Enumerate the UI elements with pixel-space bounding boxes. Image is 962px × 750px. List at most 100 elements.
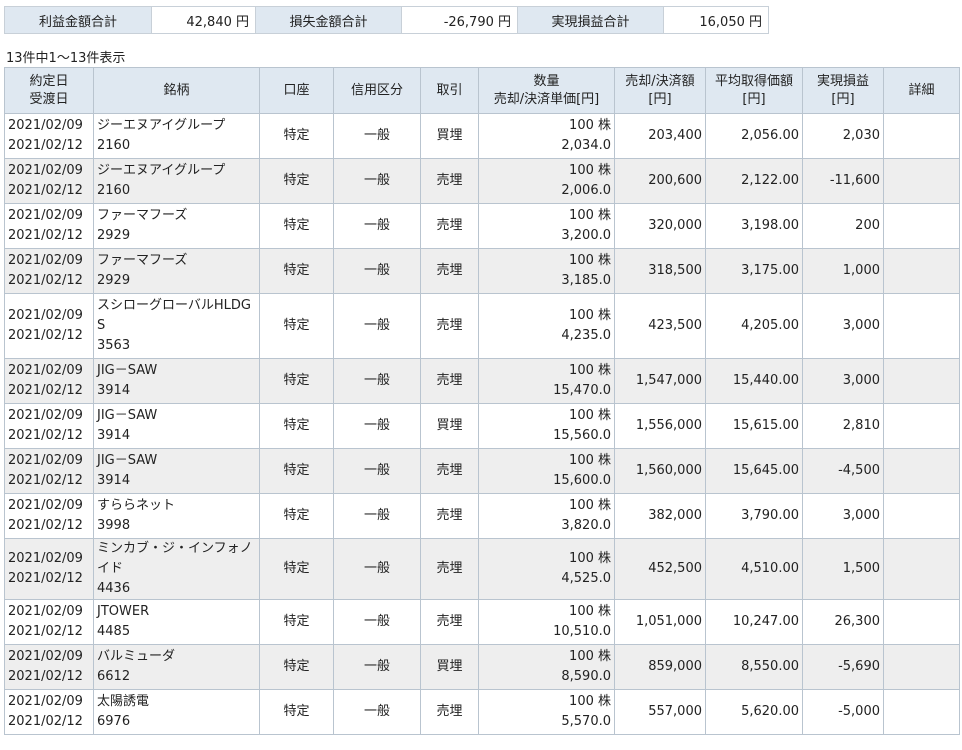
detail-cell xyxy=(883,644,960,690)
table-row: 2021/02/09 2021/02/12 バルミューダ 6612 特定 一般 買埋 100 … xyxy=(4,644,960,690)
realized-pl-cell: 2,810 xyxy=(802,403,884,449)
trade-cell: 売埋 xyxy=(420,689,479,735)
stock-code: 2160 xyxy=(97,138,131,153)
table-row: 2021/02/09 2021/02/12 ファーマフーズ 2929 特定 一般 売埋 100… xyxy=(4,203,960,249)
avg-cost-cell: 15,440.00 xyxy=(705,358,803,404)
stock-name: バルミューダ xyxy=(97,649,176,664)
unit-price: 10,510.0 xyxy=(553,624,611,639)
stock-name: ジーエヌアイグループ xyxy=(97,163,226,178)
avg-cost-cell: 10,247.00 xyxy=(705,599,803,645)
unit-price: 3,200.0 xyxy=(561,228,611,243)
quantity: 100 株 xyxy=(569,208,611,223)
amount-cell: 200,600 xyxy=(614,158,706,204)
trade-cell: 売埋 xyxy=(420,203,479,249)
result-count: 13件中1～13件表示 xyxy=(6,51,126,66)
quantity-cell: 100 株 8,590.0 xyxy=(478,644,615,690)
avg-cost-cell: 2,122.00 xyxy=(705,158,803,204)
trade-cell: 買埋 xyxy=(420,113,479,159)
quantity: 100 株 xyxy=(569,118,611,133)
table-row: 2021/02/09 2021/02/12 ファーマフーズ 2929 特定 一般 売埋 100… xyxy=(4,248,960,294)
unit-price: 15,600.0 xyxy=(553,473,611,488)
dates-cell: 2021/02/09 2021/02/12 xyxy=(4,248,94,294)
stock-code: 6612 xyxy=(97,669,131,684)
avg-cost-cell: 3,790.00 xyxy=(705,493,803,539)
detail-cell xyxy=(883,158,960,204)
table-header-row: 約定日 受渡日 銘柄 口座 信用区分 取引 数量 売却/決済単価[円] 売却/決済額… xyxy=(4,67,960,114)
trade-cell: 売埋 xyxy=(420,493,479,539)
trade-cell: 売埋 xyxy=(420,358,479,404)
quantity-cell: 100 株 5,570.0 xyxy=(478,689,615,735)
credit-cell: 一般 xyxy=(333,689,421,735)
realized-pl-cell: 3,000 xyxy=(802,293,884,359)
detail-cell xyxy=(883,248,960,294)
credit-cell: 一般 xyxy=(333,644,421,690)
stock-code: 3914 xyxy=(97,383,131,398)
unit-price: 15,470.0 xyxy=(553,383,611,398)
stock-name: JIG－SAW xyxy=(97,408,158,423)
avg-cost-cell: 3,198.00 xyxy=(705,203,803,249)
stock-cell: バルミューダ 6612 xyxy=(93,644,260,690)
profit-total-value: 42,840 円 xyxy=(151,6,256,34)
amount-cell: 557,000 xyxy=(614,689,706,735)
settle-date: 2021/02/12 xyxy=(8,428,83,443)
avg-cost-cell: 4,510.00 xyxy=(705,538,803,600)
stock-name: ジーエヌアイグループ xyxy=(97,118,226,133)
header-detail: 詳細 xyxy=(883,67,960,114)
stock-code: 2160 xyxy=(97,183,131,198)
header-avg-cost: 平均取得価額 [円] xyxy=(705,67,803,114)
header-trade: 取引 xyxy=(420,67,479,114)
header-quantity: 数量 売却/決済単価[円] xyxy=(478,67,615,114)
detail-cell xyxy=(883,448,960,494)
quantity-cell: 100 株 2,034.0 xyxy=(478,113,615,159)
account-cell: 特定 xyxy=(259,203,334,249)
account-cell: 特定 xyxy=(259,689,334,735)
credit-cell: 一般 xyxy=(333,599,421,645)
dates-cell: 2021/02/09 2021/02/12 xyxy=(4,293,94,359)
trade-date: 2021/02/09 xyxy=(8,208,83,223)
trade-date: 2021/02/09 xyxy=(8,408,83,423)
amount-cell: 318,500 xyxy=(614,248,706,294)
account-cell: 特定 xyxy=(259,493,334,539)
table-row: 2021/02/09 2021/02/12 太陽誘電 6976 特定 一般 売埋 100 株5… xyxy=(4,689,960,735)
settle-date: 2021/02/12 xyxy=(8,669,83,684)
quantity-cell: 100 株 3,185.0 xyxy=(478,248,615,294)
stock-cell: ファーマフーズ 2929 xyxy=(93,203,260,249)
quantity-cell: 100 株 15,560.0 xyxy=(478,403,615,449)
detail-cell xyxy=(883,689,960,735)
realized-pl-cell: -4,500 xyxy=(802,448,884,494)
credit-cell: 一般 xyxy=(333,293,421,359)
table-row: 2021/02/09 2021/02/12 ジーエヌアイグループ 2160 特定 一般 売埋… xyxy=(4,158,960,204)
table-row: 2021/02/09 2021/02/12 JIG－SAW 3914 特定 一般 買埋 100… xyxy=(4,403,960,449)
stock-name: ファーマフーズ xyxy=(97,253,188,268)
trade-cell: 買埋 xyxy=(420,403,479,449)
realized-total-value: 16,050 円 xyxy=(663,6,769,34)
quantity-cell: 100 株 2,006.0 xyxy=(478,158,615,204)
quantity-cell: 100 株 4,525.0 xyxy=(478,538,615,600)
trade-date: 2021/02/09 xyxy=(8,163,83,178)
stock-cell: JTOWER 4485 xyxy=(93,599,260,645)
stock-cell: JIG－SAW 3914 xyxy=(93,358,260,404)
stock-name: JIG－SAW xyxy=(97,363,158,378)
realized-pl-cell: 1,000 xyxy=(802,248,884,294)
detail-cell xyxy=(883,493,960,539)
quantity: 100 株 xyxy=(569,308,611,323)
quantity: 100 株 xyxy=(569,363,611,378)
trades-table: 約定日 受渡日 銘柄 口座 信用区分 取引 数量 売却/決済単価[円] 売却/決済額… xyxy=(4,67,960,735)
trade-date: 2021/02/09 xyxy=(8,649,83,664)
stock-name: ファーマフーズ xyxy=(97,208,188,223)
dates-cell: 2021/02/09 2021/02/12 xyxy=(4,448,94,494)
loss-total-label: 損失金額合計 xyxy=(255,6,402,34)
settle-date: 2021/02/12 xyxy=(8,183,83,198)
realized-total-label: 実現損益合計 xyxy=(517,6,664,34)
unit-price: 2,006.0 xyxy=(561,183,611,198)
stock-name: スシローグローバルHLDGS xyxy=(97,298,251,333)
stock-cell: ファーマフーズ 2929 xyxy=(93,248,260,294)
unit-price: 3,185.0 xyxy=(561,273,611,288)
avg-cost-cell: 8,550.00 xyxy=(705,644,803,690)
trade-date: 2021/02/09 xyxy=(8,498,83,513)
dates-cell: 2021/02/09 2021/02/12 xyxy=(4,403,94,449)
unit-price: 15,560.0 xyxy=(553,428,611,443)
credit-cell: 一般 xyxy=(333,358,421,404)
stock-code: 3563 xyxy=(97,338,131,353)
stock-name: ミンカブ・ジ・インフォノイド xyxy=(97,541,253,576)
